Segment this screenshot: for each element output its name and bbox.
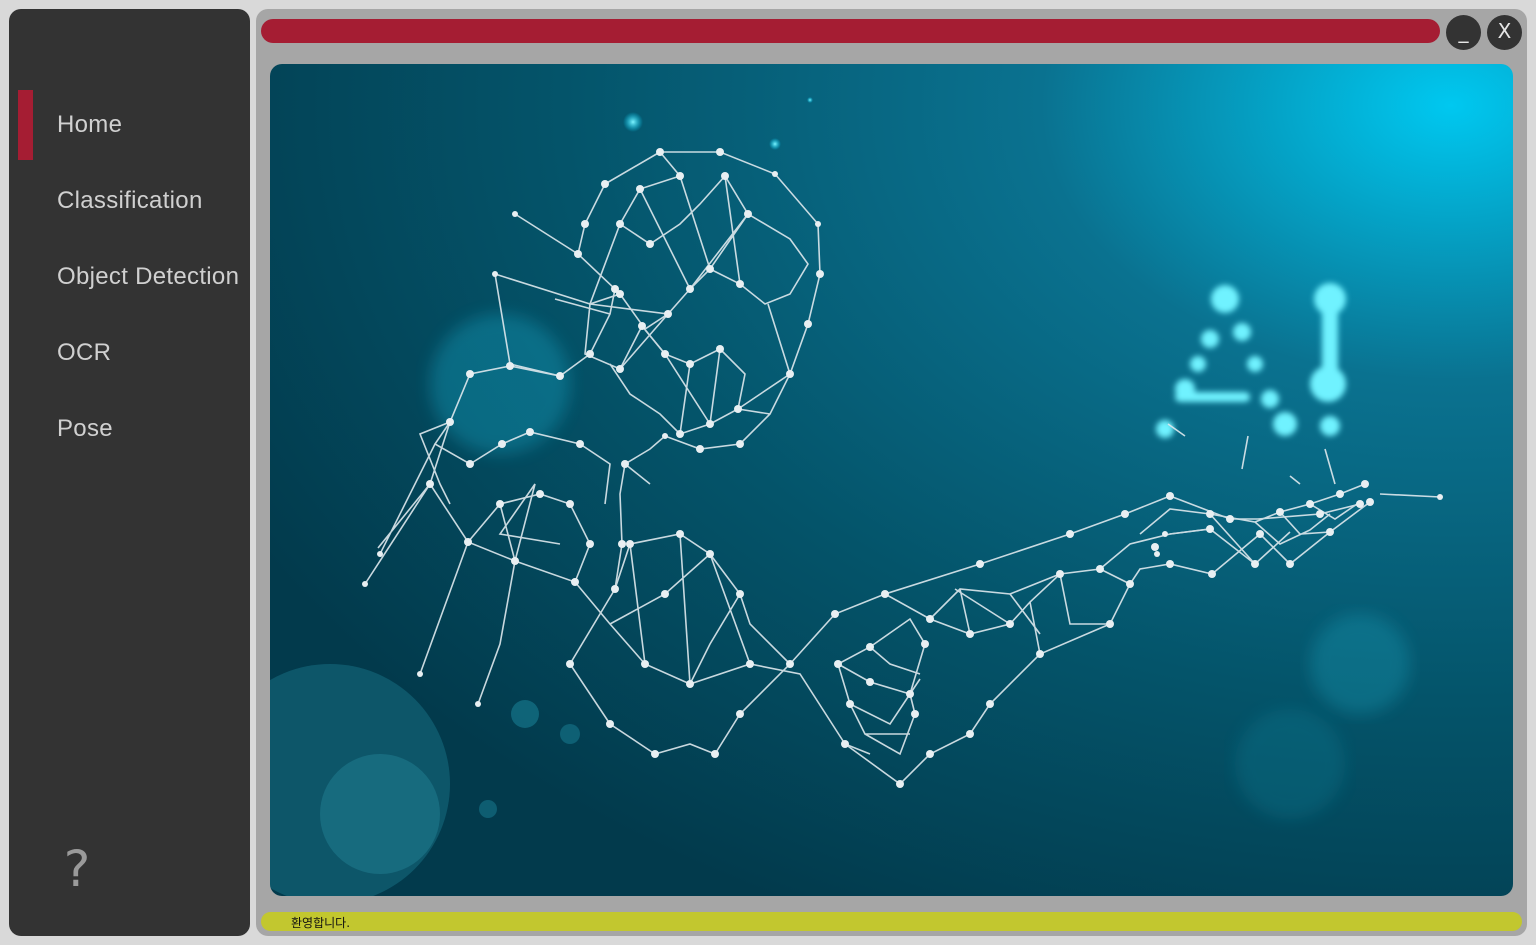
title-bar[interactable] [261, 19, 1440, 43]
sidebar-item-classification[interactable]: Classification [18, 166, 250, 236]
status-message: 환영합니다. [291, 916, 351, 930]
sidebar-item-label: Pose [57, 415, 113, 442]
sidebar-item-label: OCR [57, 339, 112, 366]
sidebar-item-home[interactable]: Home [18, 90, 250, 160]
status-bar: 환영합니다. [261, 912, 1522, 931]
sidebar-item-label: Classification [57, 187, 203, 214]
sidebar-item-label: Object Detection [57, 263, 240, 290]
hero-image [270, 64, 1513, 896]
close-button[interactable]: X [1487, 15, 1522, 50]
active-indicator [18, 90, 33, 160]
sidebar-item-label: Home [57, 111, 123, 138]
minimize-button[interactable]: _ [1446, 15, 1481, 50]
help-button[interactable]: ? [55, 841, 99, 897]
main-panel: _ X 환영합니다. [256, 9, 1527, 936]
ai-network-figure-illustration [270, 64, 1513, 896]
sidebar-item-ocr[interactable]: OCR [18, 318, 250, 388]
sidebar: Home Classification Object Detection OCR… [9, 9, 250, 936]
sidebar-item-object-detection[interactable]: Object Detection [18, 242, 250, 312]
sidebar-item-pose[interactable]: Pose [18, 394, 250, 464]
